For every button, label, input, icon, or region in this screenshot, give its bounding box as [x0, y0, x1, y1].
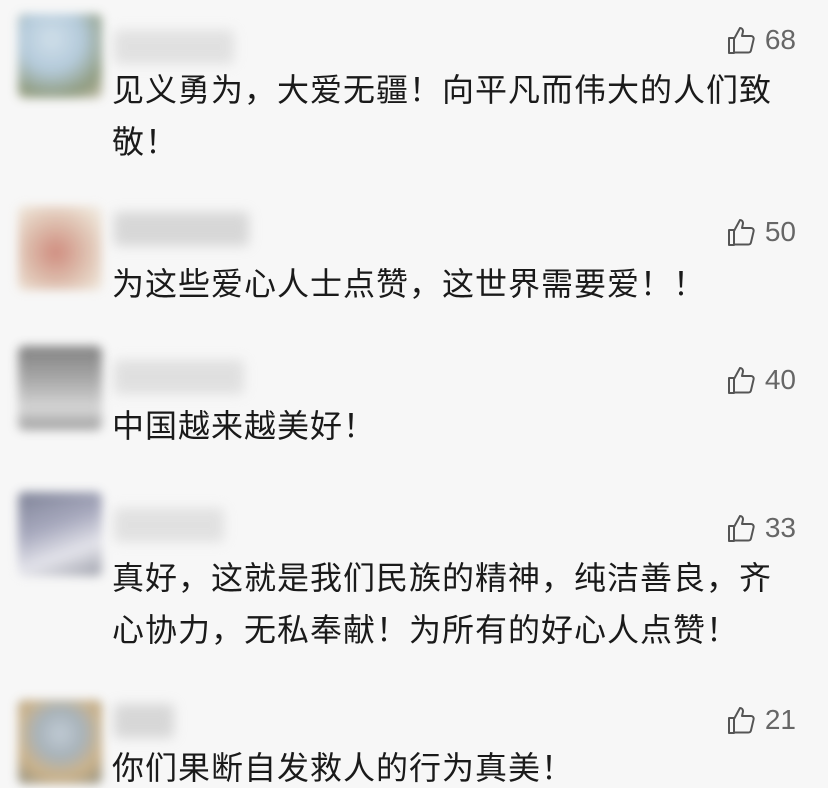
like-count: 21 — [764, 704, 796, 735]
thumbs-up-icon — [725, 24, 757, 56]
nickname[interactable] — [114, 30, 234, 64]
like-count: 33 — [764, 512, 796, 543]
thumbs-up-icon — [725, 364, 757, 396]
like-count: 68 — [764, 24, 796, 55]
like-button[interactable]: 68 — [725, 24, 796, 56]
comment-text: 见义勇为，大爱无疆！向平凡而伟大的人们致敬！ — [112, 71, 773, 161]
comment-text: 你们果断自发救人的行为真美！ — [112, 749, 575, 787]
comment-text: 为这些爱心人士点赞，这世界需要爱！！ — [112, 265, 707, 303]
thumbs-up-icon — [725, 704, 757, 736]
thumbs-up-icon — [725, 216, 757, 248]
comment-list: 68 见义勇为，大爱无疆！向平凡而伟大的人们致敬！ 50 为这些爱心人士点赞，这… — [0, 0, 828, 788]
avatar[interactable] — [18, 206, 102, 290]
nickname[interactable] — [114, 212, 249, 246]
avatar[interactable] — [18, 700, 102, 784]
nickname[interactable] — [114, 360, 244, 394]
like-button[interactable]: 50 — [725, 216, 796, 248]
avatar[interactable] — [18, 346, 102, 430]
comment-text: 中国越来越美好！ — [112, 407, 377, 445]
like-button[interactable]: 40 — [725, 364, 796, 396]
nickname[interactable] — [114, 704, 174, 738]
avatar[interactable] — [18, 492, 102, 576]
comment-text: 真好，这就是我们民族的精神，纯洁善良，齐心协力，无私奉献！为所有的好心人点赞！ — [112, 559, 773, 649]
like-button[interactable]: 21 — [725, 704, 796, 736]
like-count: 40 — [764, 364, 796, 395]
thumbs-up-icon — [725, 512, 757, 544]
like-button[interactable]: 33 — [725, 512, 796, 544]
like-count: 50 — [764, 216, 796, 247]
nickname[interactable] — [114, 508, 224, 542]
avatar[interactable] — [18, 14, 102, 98]
